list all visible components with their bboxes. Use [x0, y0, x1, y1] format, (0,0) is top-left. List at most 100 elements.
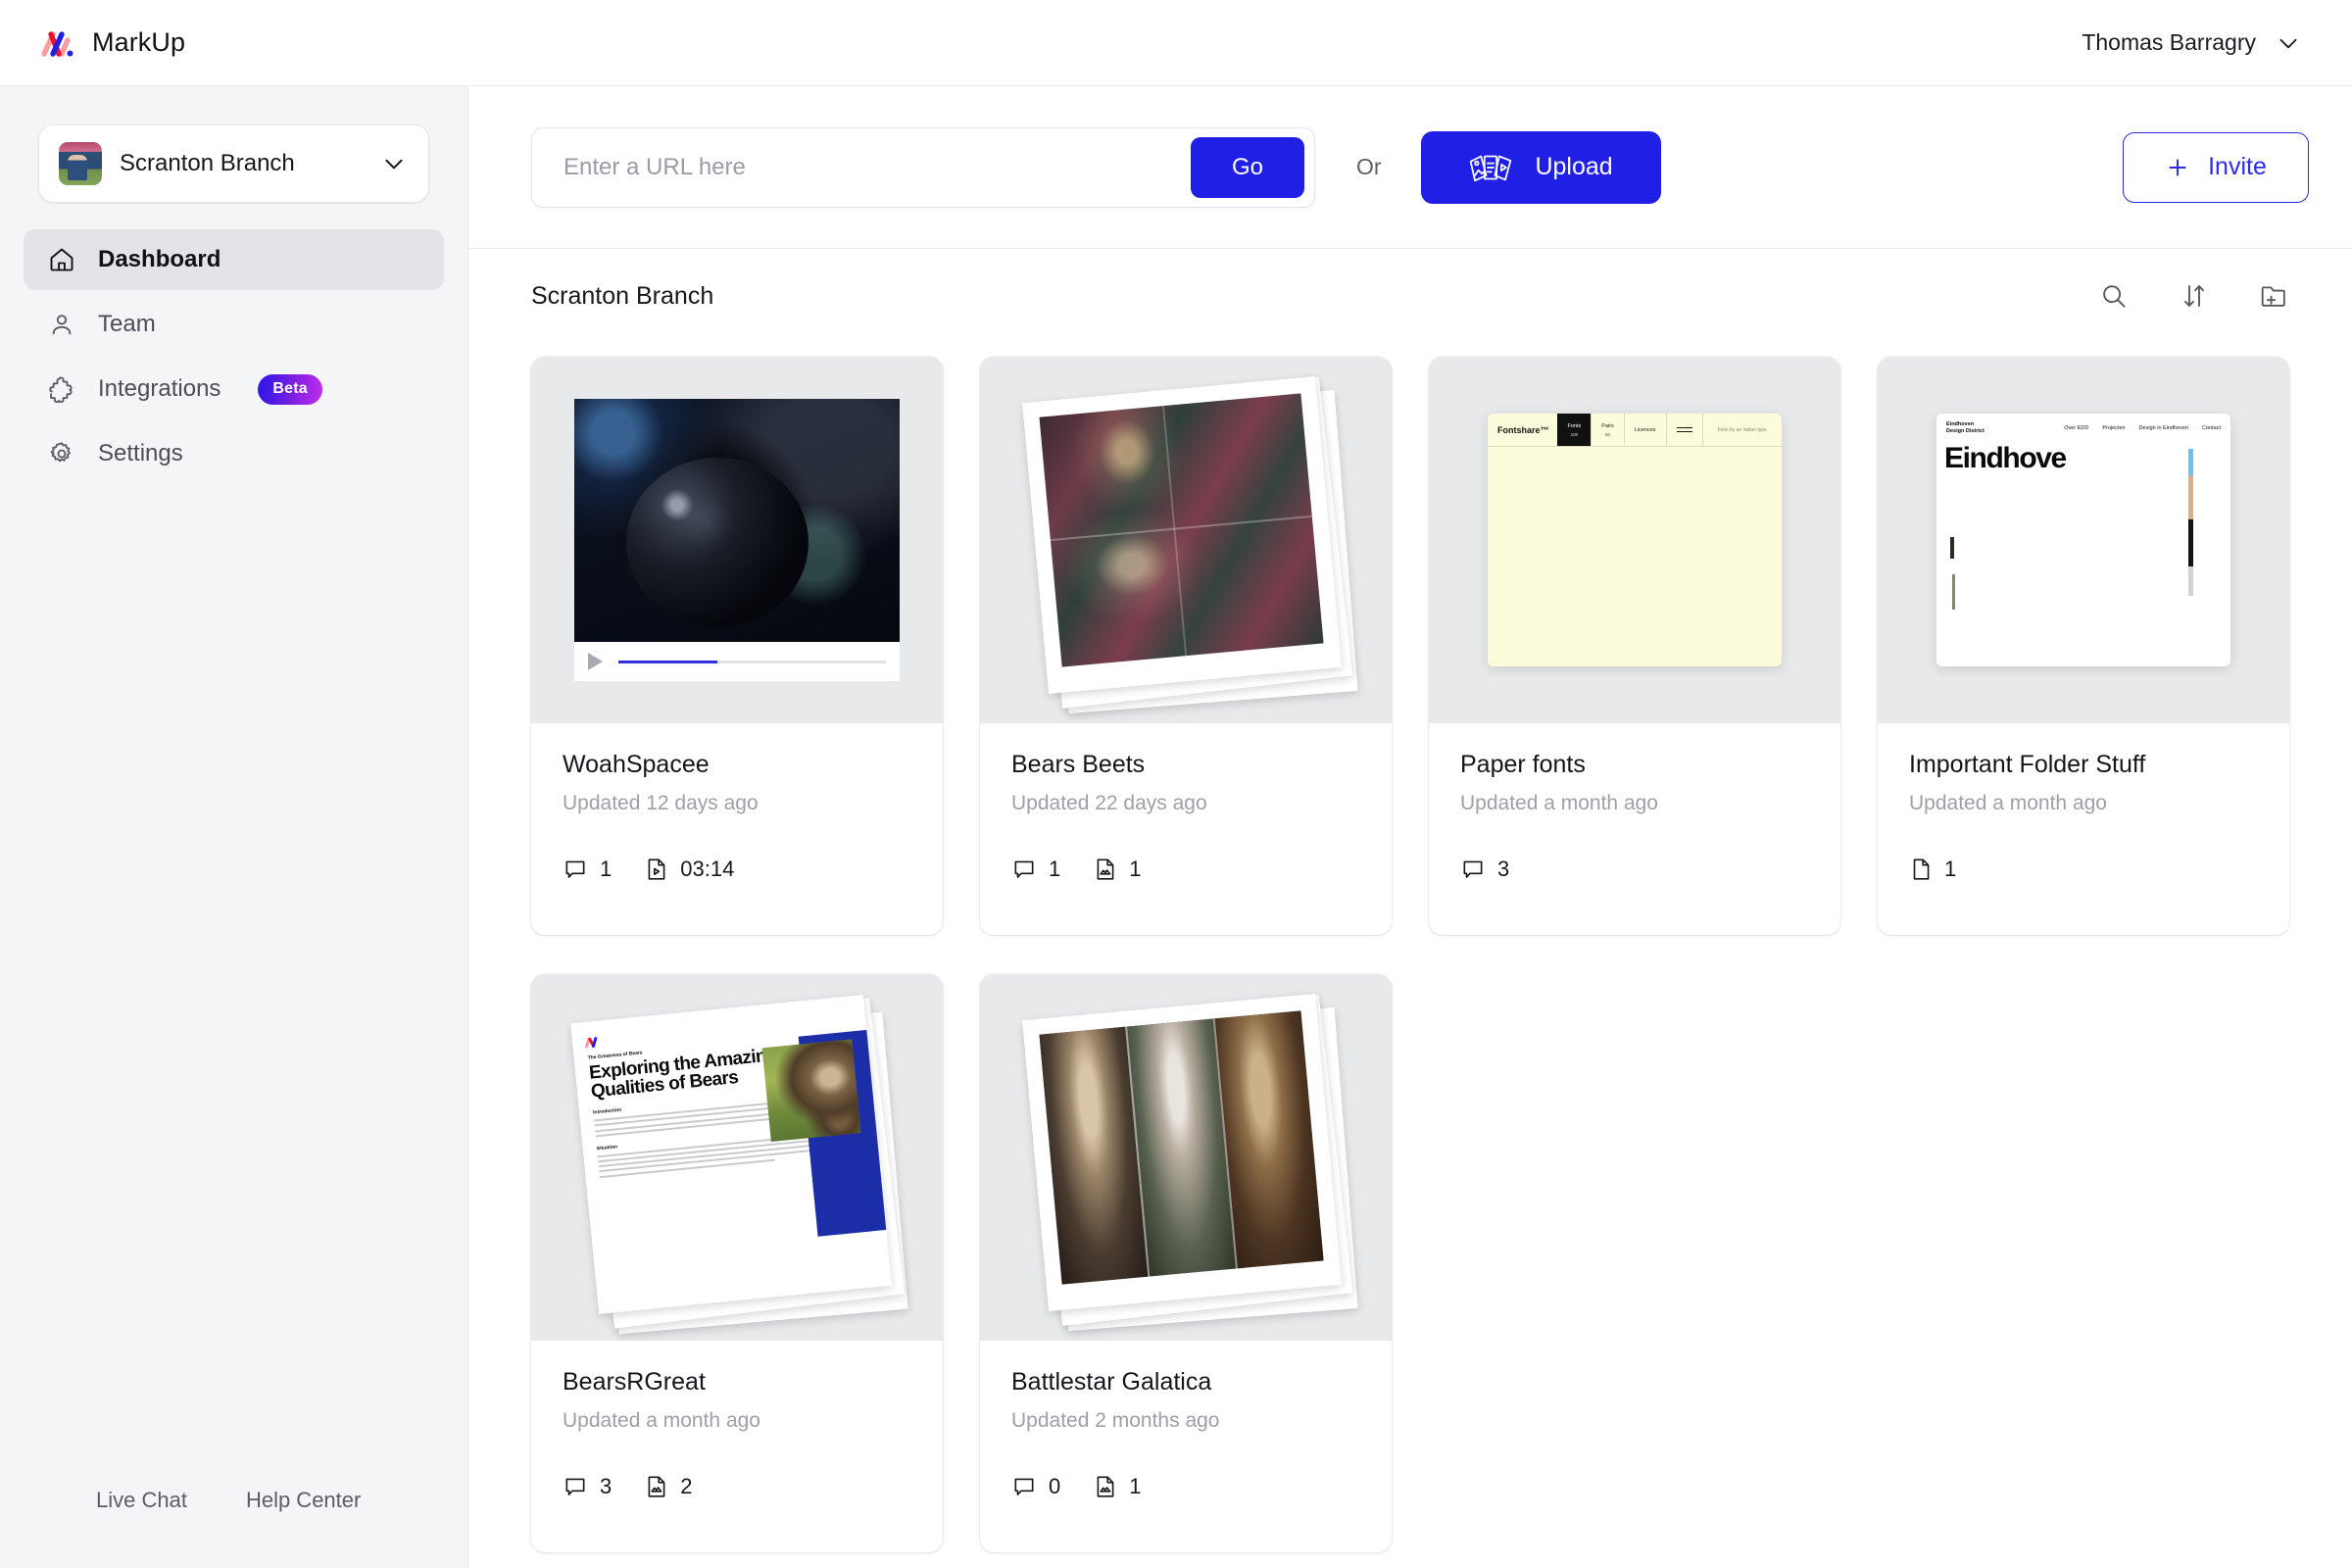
sidebar-item-integrations[interactable]: Integrations Beta	[24, 359, 444, 419]
workspace-switcher[interactable]: Scranton Branch	[39, 125, 428, 202]
site-nav: Fontshare™ Fonts 100 Pairs 50 Licences f…	[1488, 414, 1782, 447]
card-updated: Updated 2 months ago	[1011, 1409, 1220, 1432]
sidebar-item-settings[interactable]: Settings	[24, 423, 444, 484]
site-nav-item: Pairs 50	[1591, 414, 1624, 446]
comment-count: 3	[1460, 857, 1509, 882]
card-body: WoahSpacee Updated 12 days ago 1 03:14	[531, 723, 943, 935]
card-body: BearsRGreat Updated a month ago 3 2	[531, 1341, 943, 1552]
card-meta: 3	[1460, 857, 1809, 882]
comment-count-value: 3	[600, 1474, 612, 1498]
site-nav-item: Projecten	[2102, 425, 2126, 431]
card-title: Bears Beets	[1011, 751, 1146, 778]
comment-count-value: 3	[1497, 857, 1510, 881]
file-count: 2	[645, 1474, 693, 1499]
project-card[interactable]: Fontshare™ Fonts 100 Pairs 50 Licences f…	[1429, 357, 1840, 935]
project-card[interactable]: WoahSpacee Updated 12 days ago 1 03:14	[531, 357, 943, 935]
file-count: 1	[1094, 857, 1142, 882]
comment-icon	[563, 857, 588, 882]
chevron-down-icon[interactable]	[2276, 30, 2301, 56]
brand[interactable]: MarkUp	[37, 24, 185, 63]
site-nav-item: Design in Eindhoven	[2138, 425, 2189, 431]
site-nav-label: Pairs	[1601, 422, 1614, 429]
project-card[interactable]: Battlestar Galatica Updated 2 months ago…	[980, 974, 1392, 1552]
site-nav-item: Fonts 100	[1556, 414, 1592, 446]
card-title: Battlestar Galatica	[1011, 1368, 1212, 1396]
comment-count-value: 0	[1049, 1474, 1061, 1498]
card-thumbnail-document: The Greatness of Bears Exploring the Ama…	[531, 974, 943, 1341]
polaroid-stack	[1022, 994, 1358, 1332]
section-tools	[2097, 279, 2309, 313]
file-count-value: 1	[1944, 857, 1957, 881]
live-chat-link[interactable]: Live Chat	[96, 1488, 187, 1513]
site-body	[1488, 447, 1782, 666]
image-file-icon	[645, 1474, 668, 1499]
image-file-icon	[1094, 1474, 1117, 1499]
markup-logo-icon	[37, 24, 76, 63]
project-grid: WoahSpacee Updated 12 days ago 1 03:14 B…	[468, 343, 2352, 1552]
video-preview	[574, 399, 900, 681]
site-nav-item: Over EDD	[2064, 425, 2089, 431]
fontshare-screenshot: Fontshare™ Fonts 100 Pairs 50 Licences f…	[1488, 414, 1782, 666]
file-count: 1	[1094, 1474, 1142, 1499]
file-count-value: 1	[1129, 1474, 1142, 1498]
hero-mark-2	[1952, 574, 1955, 610]
project-card[interactable]: Bears Beets Updated 22 days ago 1 1	[980, 357, 1392, 935]
user-menu[interactable]: Thomas Barragry	[2082, 29, 2315, 56]
sidebar: Scranton Branch Dashboard Team Integrati…	[0, 86, 468, 1568]
workspace-name: Scranton Branch	[120, 150, 295, 176]
eindhoven-screenshot: Eindhoven Design District Over EDD Proje…	[1936, 414, 2230, 666]
bears-dinner-image	[1039, 393, 1324, 667]
color-strip	[2188, 449, 2193, 596]
top-bar: MarkUp Thomas Barragry	[0, 0, 2352, 86]
or-label: Or	[1356, 154, 1382, 179]
chevron-down-icon[interactable]	[381, 151, 407, 176]
go-button[interactable]: Go	[1191, 136, 1304, 198]
bear-photo	[761, 1039, 861, 1142]
card-body: Battlestar Galatica Updated 2 months ago…	[980, 1341, 1392, 1552]
comment-icon	[1460, 857, 1486, 882]
site-nav-item: Licences	[1623, 414, 1666, 446]
progress-bar[interactable]	[618, 660, 886, 663]
card-meta: 1	[1909, 857, 2258, 882]
card-meta: 1 1	[1011, 857, 1360, 882]
workspace-thumbnail	[59, 142, 102, 185]
url-input[interactable]	[532, 153, 1191, 181]
card-title: Paper fonts	[1460, 751, 1586, 778]
site-logo: Eindhoven Design District	[1946, 421, 1984, 434]
project-card[interactable]: Eindhoven Design District Over EDD Proje…	[1878, 357, 2289, 935]
video-controls[interactable]	[574, 642, 900, 681]
app-shell: Scranton Branch Dashboard Team Integrati…	[0, 86, 2352, 1568]
invite-button-label: Invite	[2208, 153, 2267, 180]
upload-button[interactable]: Upload	[1420, 130, 1661, 204]
search-icon[interactable]	[2097, 279, 2131, 313]
sort-icon[interactable]	[2178, 279, 2211, 313]
play-icon[interactable]	[588, 653, 603, 670]
sidebar-item-dashboard[interactable]: Dashboard	[24, 229, 444, 290]
comment-count-value: 1	[1049, 857, 1061, 881]
project-card[interactable]: The Greatness of Bears Exploring the Ama…	[531, 974, 943, 1552]
card-updated: Updated a month ago	[1460, 792, 1658, 814]
card-title: BearsRGreat	[563, 1368, 706, 1396]
card-thumbnail-photo	[980, 357, 1392, 723]
section-bar: Scranton Branch	[468, 249, 2352, 343]
card-body: Paper fonts Updated a month ago 3	[1429, 723, 1840, 935]
site-nav-label: Fonts	[1567, 422, 1582, 429]
card-meta: 3 2	[563, 1474, 911, 1499]
comment-count: 1	[563, 857, 612, 882]
site-logo-line1: Eindhoven	[1946, 421, 1975, 428]
bear-trio-image	[1039, 1010, 1324, 1285]
help-center-link[interactable]: Help Center	[246, 1488, 361, 1513]
upload-button-label: Upload	[1535, 153, 1613, 180]
sidebar-item-team[interactable]: Team	[24, 294, 444, 355]
comment-count: 3	[563, 1474, 612, 1499]
page-title: Scranton Branch	[531, 281, 714, 310]
sidebar-nav: Dashboard Team Integrations Beta Setting…	[24, 229, 444, 484]
sidebar-item-label: Settings	[98, 440, 183, 466]
polaroid-front	[1022, 376, 1342, 694]
invite-button[interactable]: Invite	[2123, 131, 2309, 203]
polaroid-front	[1022, 994, 1342, 1311]
media-cards-icon	[1468, 151, 1513, 184]
polaroid-stack	[1022, 376, 1358, 714]
new-folder-icon[interactable]	[2258, 279, 2291, 313]
markup-logo-icon	[584, 1036, 600, 1049]
